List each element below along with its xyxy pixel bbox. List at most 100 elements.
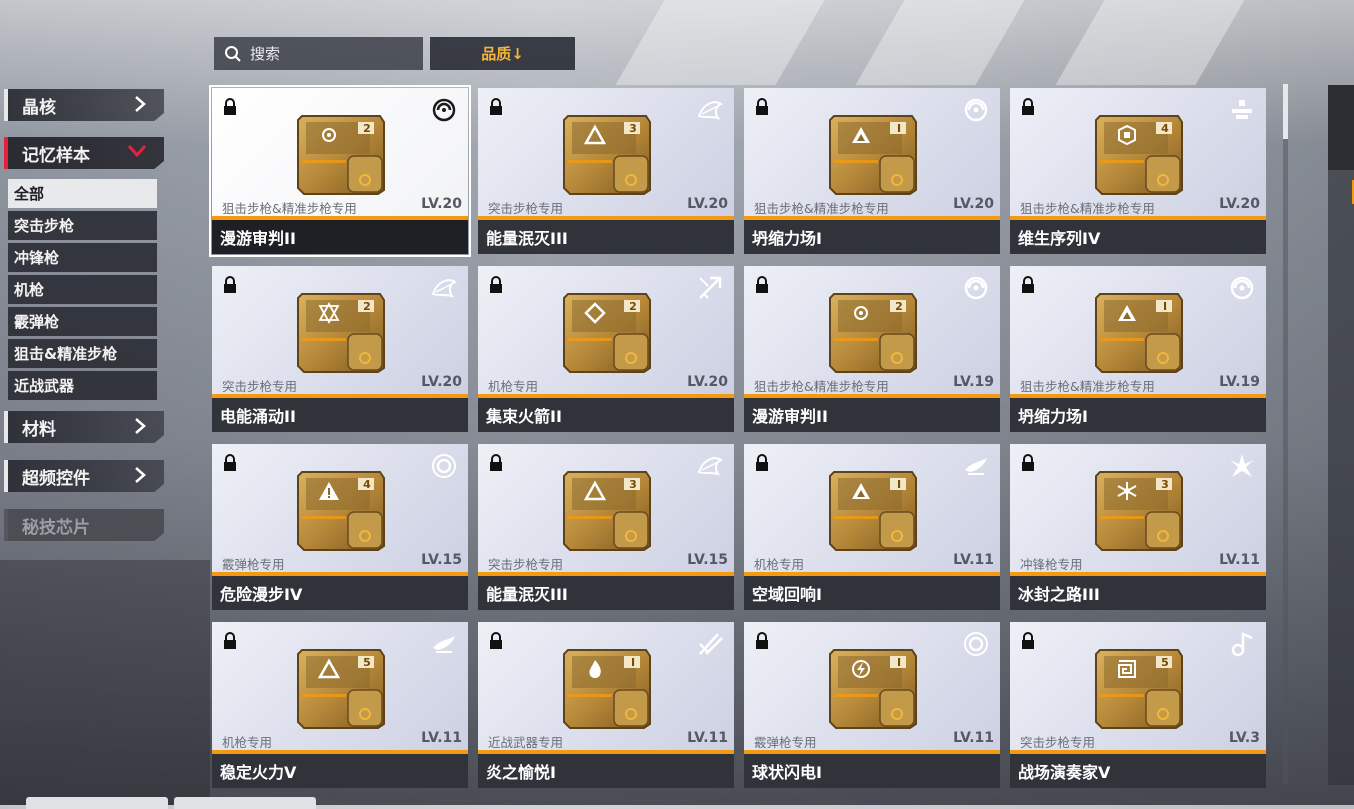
medic-icon [1232, 100, 1252, 119]
vortex-icon [1230, 276, 1254, 300]
lock-icon[interactable] [222, 98, 238, 116]
lock-icon[interactable] [754, 276, 770, 294]
memory-sample-card[interactable]: I 霰弹枪专用 LV.11 球状闪电I [744, 622, 1000, 788]
ice-icon [1230, 454, 1254, 477]
level-label: LV.19 [1219, 374, 1260, 390]
level-label: LV.20 [421, 196, 462, 212]
category-indicator [4, 137, 8, 169]
lock-icon[interactable] [754, 454, 770, 472]
item-name: 漫游审判II [212, 220, 468, 254]
scrollbar-thumb[interactable] [1283, 84, 1288, 139]
memory-sample-card[interactable]: I 近战武器专用 LV.11 炎之愉悦I [478, 622, 734, 788]
category-indicator [4, 460, 8, 492]
item-name: 战场演奏家V [1010, 754, 1266, 788]
chevron-right-icon [135, 467, 146, 483]
memory-sample-card[interactable]: 4 霰弹枪专用 LV.15 危险漫步IV [212, 444, 468, 610]
wing-icon [965, 458, 987, 475]
memory-sample-card[interactable]: 2 突击步枪专用 LV.20 电能涌动II [212, 266, 468, 432]
lock-icon[interactable] [488, 632, 504, 650]
lock-icon[interactable] [1020, 454, 1036, 472]
item-name: 漫游审判II [744, 398, 1000, 432]
memory-sample-card[interactable]: 5 突击步枪专用 LV.3 战场演奏家V [1010, 622, 1266, 788]
vortex-icon [964, 276, 988, 300]
lock-icon[interactable] [1020, 98, 1036, 116]
level-label: LV.20 [421, 374, 462, 390]
lock-icon[interactable] [1020, 276, 1036, 294]
item-name: 维生序列IV [1010, 220, 1266, 254]
rank-label: I [1162, 300, 1168, 313]
weapon-restriction: 狙击步枪&精准步枪专用 [754, 379, 889, 394]
level-label: LV.11 [953, 730, 994, 746]
lock-icon[interactable] [222, 276, 238, 294]
level-label: LV.20 [687, 196, 728, 212]
memory-sample-card[interactable]: I 狙击步枪&精准步枪专用 LV.19 坍缩力场I [1010, 266, 1266, 432]
swirl-icon [432, 98, 456, 122]
subcategory-sniper[interactable]: 狙击&精准步枪 [8, 339, 157, 368]
weapon-restriction: 突击步枪专用 [222, 379, 298, 394]
item-name: 坍缩力场I [744, 220, 1000, 254]
sort-quality-button[interactable]: 品质↓ [430, 37, 575, 70]
weapon-restriction: 霰弹枪专用 [754, 735, 817, 750]
nav-category-crystal-core[interactable]: 晶核 [4, 89, 164, 121]
memory-sample-card[interactable]: 2 狙击步枪&精准步枪专用 LV.20 漫游审判II [209, 85, 471, 257]
category-indicator [4, 509, 8, 541]
memory-sample-card[interactable]: 3 冲锋枪专用 LV.11 冰封之路III [1010, 444, 1266, 610]
level-label: LV.11 [1219, 552, 1260, 568]
search-placeholder: 搜索 [250, 45, 281, 63]
item-name: 炎之愉悦I [478, 754, 734, 788]
bottom-tab[interactable] [26, 797, 168, 809]
missile-icon [699, 276, 722, 299]
memory-sample-card[interactable]: 5 机枪专用 LV.11 稳定火力V [212, 622, 468, 788]
nav-category-secret-chip[interactable]: 秘技芯片 [4, 509, 164, 541]
weapon-restriction: 突击步枪专用 [1020, 735, 1096, 750]
feather-icon [431, 279, 457, 298]
subcategory-shotgun[interactable]: 霰弹枪 [8, 307, 157, 336]
level-label: LV.15 [421, 552, 462, 568]
subcategory-melee[interactable]: 近战武器 [8, 371, 157, 400]
lock-icon[interactable] [488, 454, 504, 472]
blade-icon [699, 633, 723, 655]
memory-sample-card[interactable]: 3 突击步枪专用 LV.20 能量泯灭III [478, 88, 734, 254]
search-input[interactable]: 搜索 [214, 37, 423, 70]
item-name: 能量泯灭III [478, 576, 734, 610]
lock-icon[interactable] [222, 632, 238, 650]
level-label: LV.20 [953, 196, 994, 212]
subcategory-machine-gun[interactable]: 机枪 [8, 275, 157, 304]
rank-label: 4 [363, 478, 371, 491]
rank-label: 3 [629, 122, 637, 135]
nav-category-memory-samples[interactable]: 记忆样本 [4, 137, 164, 169]
lock-icon[interactable] [1020, 632, 1036, 650]
wing-icon [433, 636, 455, 653]
lock-icon[interactable] [222, 454, 238, 472]
weapon-restriction: 机枪专用 [488, 379, 539, 394]
bg-decoration [0, 560, 210, 805]
detail-panel-edge [1328, 85, 1354, 785]
lock-icon[interactable] [754, 98, 770, 116]
lock-icon[interactable] [488, 276, 504, 294]
bottom-tab[interactable] [174, 797, 316, 809]
subcategory-assault-rifle[interactable]: 突击步枪 [8, 211, 157, 240]
scrollbar-track[interactable] [1283, 84, 1288, 784]
rank-label: 3 [629, 478, 637, 491]
vortex-icon [964, 98, 988, 122]
category-label: 记忆样本 [22, 145, 90, 166]
subcategory-smg[interactable]: 冲锋枪 [8, 243, 157, 272]
level-label: LV.20 [1219, 196, 1260, 212]
weapon-restriction: 狙击步枪&精准步枪专用 [222, 201, 357, 216]
nav-category-overclock[interactable]: 超频控件 [4, 460, 164, 492]
memory-sample-card[interactable]: 3 突击步枪专用 LV.15 能量泯灭III [478, 444, 734, 610]
memory-sample-card[interactable]: 2 机枪专用 LV.20 集束火箭II [478, 266, 734, 432]
nav-category-materials[interactable]: 材料 [4, 411, 164, 443]
level-label: LV.19 [953, 374, 994, 390]
lock-icon[interactable] [754, 632, 770, 650]
memory-sample-card[interactable]: 4 狙击步枪&精准步枪专用 LV.20 维生序列IV [1010, 88, 1266, 254]
memory-sample-card[interactable]: 2 狙击步枪&精准步枪专用 LV.19 漫游审判II [744, 266, 1000, 432]
lock-icon[interactable] [488, 98, 504, 116]
weapon-restriction: 狙击步枪&精准步枪专用 [1020, 379, 1155, 394]
memory-sample-card[interactable]: I 机枪专用 LV.11 空域回响I [744, 444, 1000, 610]
subcategory-all[interactable]: 全部 [8, 179, 157, 208]
chevron-right-icon [135, 96, 146, 112]
memory-sample-card[interactable]: I 狙击步枪&精准步枪专用 LV.20 坍缩力场I [744, 88, 1000, 254]
rank-label: I [896, 478, 902, 491]
weapon-restriction: 狙击步枪&精准步枪专用 [1020, 201, 1155, 216]
